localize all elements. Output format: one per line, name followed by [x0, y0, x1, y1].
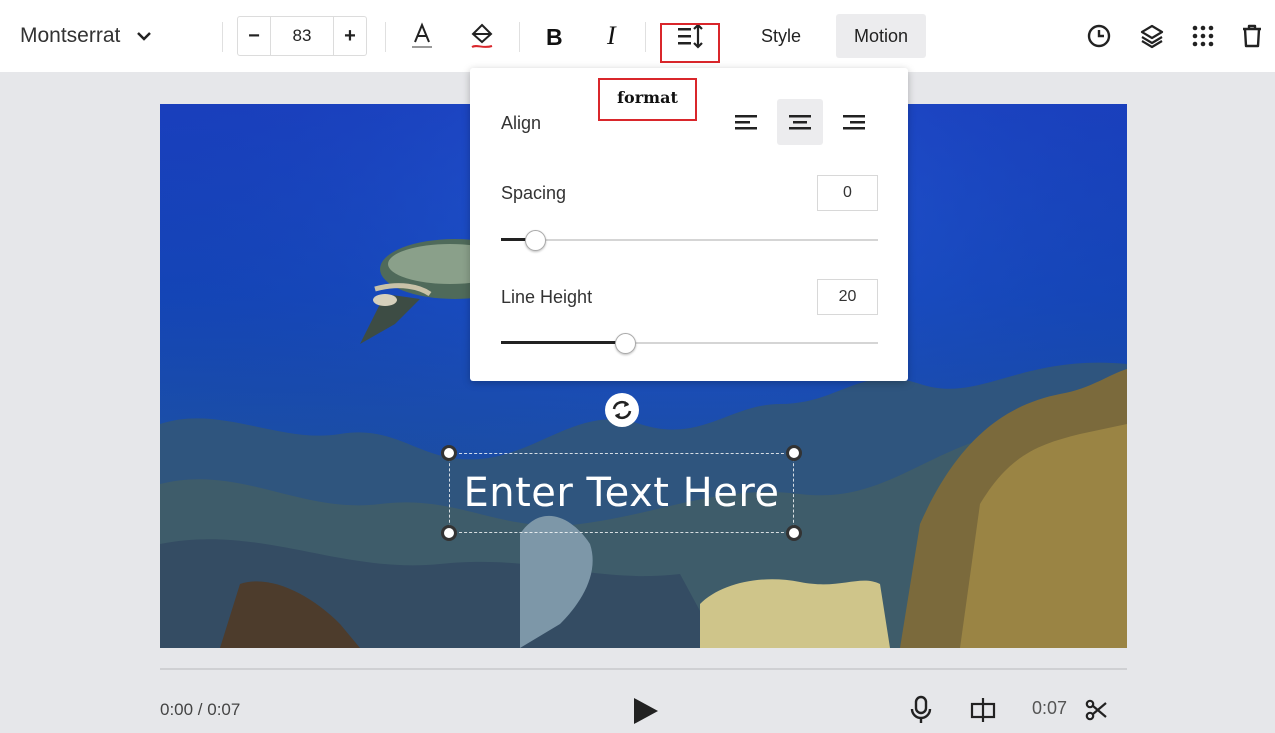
italic-icon: I: [606, 23, 617, 49]
trim-button[interactable]: [1082, 693, 1112, 727]
toolbar: Montserrat − 83 + B I Style Motion: [0, 0, 1275, 72]
grid-dots-icon: [1192, 25, 1214, 47]
chevron-down-icon: [137, 32, 152, 41]
timeline-track[interactable]: [160, 668, 1127, 670]
align-left-icon: [735, 115, 757, 130]
format-tooltip: format: [598, 78, 697, 121]
grid-button[interactable]: [1186, 18, 1220, 54]
divider: [645, 22, 646, 52]
font-size-stepper: − 83 +: [237, 16, 367, 56]
style-tab[interactable]: Style: [743, 14, 819, 58]
align-right-icon: [843, 115, 865, 130]
align-center-icon: [789, 115, 811, 130]
slider-fill: [501, 341, 625, 344]
spacing-slider[interactable]: [501, 230, 878, 251]
line-spacing-icon: [678, 23, 703, 49]
line-height-slider[interactable]: [501, 333, 878, 354]
svg-text:B: B: [546, 24, 563, 48]
scissors-icon: [1085, 699, 1107, 721]
slider-knob[interactable]: [525, 230, 546, 251]
divider: [222, 22, 223, 52]
canvas-text[interactable]: Enter Text Here: [449, 470, 794, 516]
bold-button[interactable]: B: [537, 18, 571, 54]
clock-icon: [1087, 24, 1111, 48]
trash-icon: [1243, 24, 1261, 48]
voiceover-button[interactable]: [906, 693, 936, 727]
microphone-icon: [910, 695, 932, 723]
spacing-label: Spacing: [501, 183, 567, 203]
rotate-handle[interactable]: [605, 393, 639, 427]
align-label: Align: [501, 113, 542, 133]
split-button[interactable]: [968, 693, 998, 727]
timing-button[interactable]: [1082, 18, 1116, 54]
fill-bucket-icon: [471, 23, 493, 48]
text-color-icon: [412, 22, 432, 48]
font-family-dropdown[interactable]: Montserrat: [20, 20, 152, 52]
resize-handle-top-right[interactable]: [786, 445, 802, 461]
resize-handle-bottom-left[interactable]: [441, 525, 457, 541]
divider: [385, 22, 386, 52]
resize-handle-bottom-right[interactable]: [786, 525, 802, 541]
italic-button[interactable]: I: [597, 18, 631, 54]
delete-button[interactable]: [1235, 18, 1269, 54]
increase-size-button[interactable]: +: [334, 17, 366, 55]
rotate-icon: [612, 400, 632, 420]
text-color-button[interactable]: [405, 18, 439, 54]
motion-tab[interactable]: Motion: [836, 14, 927, 58]
slider-knob[interactable]: [615, 333, 636, 354]
format-button[interactable]: [673, 18, 707, 54]
svg-text:I: I: [606, 23, 617, 49]
split-icon: [970, 698, 996, 722]
layers-icon: [1140, 24, 1164, 49]
decrease-size-button[interactable]: −: [238, 17, 270, 55]
font-size-value[interactable]: 83: [270, 17, 334, 55]
line-height-label: Line Height: [501, 287, 593, 307]
align-left-button[interactable]: [723, 99, 769, 145]
resize-handle-top-left[interactable]: [441, 445, 457, 461]
playback-time: 0:00 / 0:07: [160, 700, 241, 719]
layers-button[interactable]: [1135, 18, 1169, 54]
spacing-input[interactable]: 0: [817, 175, 878, 211]
font-family-label: Montserrat: [20, 24, 121, 47]
line-height-input[interactable]: 20: [817, 279, 878, 315]
divider: [519, 22, 520, 52]
play-icon[interactable]: [630, 695, 660, 727]
align-right-button[interactable]: [831, 99, 877, 145]
highlight-color-button[interactable]: [465, 18, 499, 54]
slider-track: [501, 239, 878, 241]
bold-icon: B: [546, 24, 563, 48]
align-center-button[interactable]: [777, 99, 823, 145]
clip-duration: 0:07: [1032, 698, 1068, 718]
